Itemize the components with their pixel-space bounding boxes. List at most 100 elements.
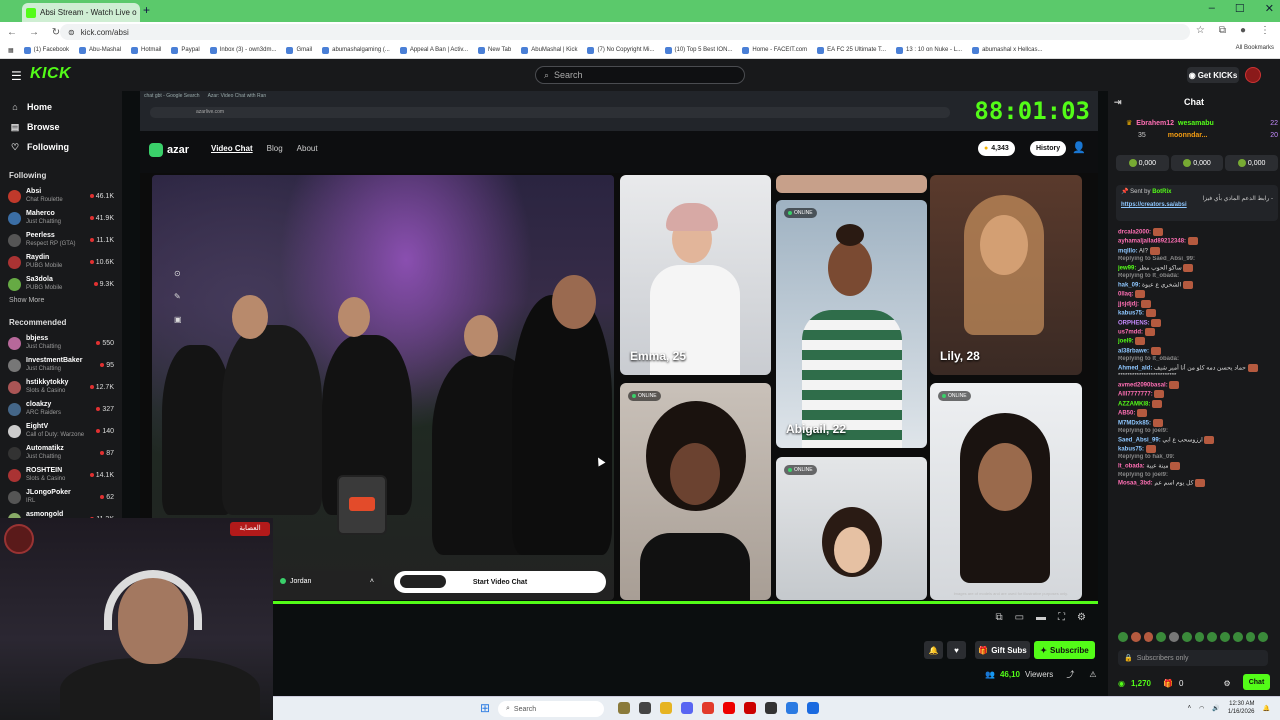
sidebar-channel-peerless[interactable]: Peerless Respect RP (GTA) 11.1K <box>0 229 122 251</box>
notification-bell-icon[interactable]: 🔔 <box>1263 705 1270 712</box>
get-kicks-button[interactable]: ◉ Get KICKs <box>1187 67 1239 83</box>
chat-username[interactable]: joel9: <box>1118 339 1134 345</box>
apps-icon[interactable]: ▦ <box>8 47 14 54</box>
sidebar-channel-investmentbaker[interactable]: InvestmentBaker Just Chatting 95 <box>0 354 122 376</box>
pip-icon[interactable]: ▬ <box>1036 612 1046 623</box>
bookmark-item[interactable]: Home - FACEIT.com <box>742 46 807 54</box>
chat-username[interactable]: kabus75: <box>1118 447 1144 453</box>
pinned-gift[interactable]: 0,000 <box>1170 155 1224 171</box>
close-window-button[interactable]: ✕ <box>1265 2 1274 15</box>
pinned-link[interactable]: https://creators.sa/absi <box>1121 202 1273 208</box>
browser-tab[interactable]: Absi Stream - Watch Live o × <box>22 3 140 22</box>
wifi-icon[interactable]: ◠ <box>1199 705 1204 712</box>
obs-icon[interactable] <box>765 702 777 714</box>
bookmark-item[interactable]: (10) Top 5 Best ION... <box>664 46 732 54</box>
maximize-button[interactable]: ☐ <box>1235 2 1245 15</box>
bookmark-item[interactable]: Hotmail <box>131 46 161 54</box>
chat-username[interactable]: Replying to joel9: <box>1118 472 1168 478</box>
subscribe-button[interactable]: ✦ Subscribe <box>1034 641 1095 659</box>
back-icon[interactable]: ← <box>6 27 18 38</box>
chat-username[interactable]: Mosaa_3bd: <box>1118 481 1153 487</box>
pinned-gift[interactable]: 0,000 <box>1225 155 1279 171</box>
sidebar-channel-jlongopoker[interactable]: JLongoPoker IRL 62 <box>0 486 122 508</box>
collapse-chat-icon[interactable]: ⇥ <box>1114 97 1122 108</box>
youtube-icon[interactable] <box>723 702 735 714</box>
chat-username[interactable]: ayhamaljallad89212348: <box>1118 239 1186 245</box>
bookmark-item[interactable]: New Tab <box>477 46 511 54</box>
bookmark-item[interactable]: Paypal <box>171 46 200 54</box>
sidebar-nav-browse[interactable]: ▤ Browse <box>0 117 122 137</box>
bookmark-item[interactable]: EA FC 25 Ultimate T... <box>817 46 886 54</box>
bookmark-item[interactable]: 13 : 10 on Nuke - L... <box>896 46 962 54</box>
app-icon[interactable] <box>807 702 819 714</box>
sidebar-channel-cloakzy[interactable]: cloakzy ARC Raiders 327 <box>0 398 122 420</box>
chat-username[interactable]: AB50: <box>1118 411 1135 417</box>
extensions-icon[interactable]: ⧉ <box>1219 25 1226 36</box>
gift-subs-button[interactable]: 🎁 Gift Subs <box>975 641 1030 659</box>
tray-chevron-icon[interactable]: ˄ <box>1188 705 1192 711</box>
bookmark-item[interactable]: AbuMashal | Kick <box>521 46 577 54</box>
app-icon[interactable] <box>786 702 798 714</box>
sidebar-channel-raydin[interactable]: Raydin PUBG Mobile 10.6K <box>0 251 122 273</box>
sidebar-channel-absi[interactable]: Absi Chat Roulette 46.1K <box>0 185 122 207</box>
chat-username[interactable]: al38rbawe: <box>1118 348 1149 354</box>
sidebar-channel-hstikkytokky[interactable]: hstikkytokky Slots & Casino 12.7K <box>0 376 122 398</box>
chat-username[interactable]: drcala2000: <box>1118 230 1151 236</box>
sidebar-nav-following[interactable]: ♡ Following <box>0 137 122 157</box>
chat-username[interactable]: mqlllo: <box>1118 248 1138 254</box>
sidebar-nav-home[interactable]: ⌂ Home <box>0 97 122 117</box>
bookmark-item[interactable]: Inbox (3) - own3dm... <box>209 46 276 54</box>
sidebar-channel-automatikz[interactable]: Automatikz Just Chatting 87 <box>0 442 122 464</box>
site-info-icon[interactable]: ⊜ <box>68 28 75 37</box>
bookmark-star-icon[interactable]: ☆ <box>1196 25 1205 36</box>
user-avatar[interactable] <box>1245 67 1261 83</box>
chat-username[interactable]: AZZAMKI8: <box>1118 401 1150 407</box>
bookmark-item[interactable]: (7) No Copyright Mi... <box>587 46 655 54</box>
volume-icon[interactable]: 🔊 <box>1212 705 1219 712</box>
chat-username[interactable]: jew99: <box>1118 266 1136 272</box>
chat-settings-icon[interactable]: ⚙ <box>1223 679 1230 688</box>
theater-icon[interactable]: ▭ <box>1015 612 1024 623</box>
search-input[interactable]: ⌕ Search <box>535 66 745 84</box>
pinned-gift[interactable]: 0,000 <box>1116 155 1169 171</box>
minimize-button[interactable]: – <box>1209 2 1215 15</box>
url-field[interactable]: ⊜ kick.com/absi <box>60 24 1190 40</box>
chat-username[interactable]: Replying to hak_09: <box>1118 454 1175 460</box>
fullscreen-icon[interactable]: ⛶ <box>1058 612 1065 623</box>
show-more-link[interactable]: Show More <box>0 295 122 310</box>
bookmark-item[interactable]: Appeal A Ban | Activ... <box>399 46 468 54</box>
new-tab-button[interactable]: + <box>143 3 150 17</box>
profile-icon[interactable]: ● <box>1240 25 1246 36</box>
chat-input[interactable]: 🔒 Subscribers only <box>1118 650 1268 666</box>
chat-username[interactable]: lt_obada: <box>1118 464 1145 470</box>
clip-icon[interactable]: ⧉ <box>995 612 1002 623</box>
chat-username[interactable]: Saed_Absi_99: <box>1118 437 1161 443</box>
menu-icon[interactable]: ⋮ <box>1260 25 1270 36</box>
chat-username[interactable]: ORPHENS: <box>1118 320 1150 326</box>
sidebar-channel-maherco[interactable]: Maherco Just Chatting 41.9K <box>0 207 122 229</box>
stream-player[interactable]: chat gbt - Google Search Azar: Video Cha… <box>140 91 1098 603</box>
chrome-icon[interactable] <box>702 702 714 714</box>
sidebar-channel-eightv[interactable]: EightV Call of Duty: Warzone 140 <box>0 420 122 442</box>
windows-start-icon[interactable]: ⊞ <box>480 701 490 715</box>
bookmark-item[interactable]: (1) Facebook <box>23 46 69 54</box>
report-icon[interactable]: ⚠ <box>1089 670 1096 679</box>
chat-username[interactable]: Replying to joel9: <box>1118 428 1168 434</box>
chat-username[interactable]: M7MDxk85: <box>1118 420 1151 426</box>
chat-username[interactable]: 0llaq: <box>1118 292 1134 298</box>
chat-username[interactable]: avmed2090basal: <box>1118 383 1168 389</box>
sidebar-channel-bbjess[interactable]: bbjess Just Chatting 550 <box>0 332 122 354</box>
kick-logo[interactable]: KICK <box>30 65 71 83</box>
clock[interactable]: 12:30 AM 1/16/2026 <box>1228 700 1255 716</box>
bookmark-item[interactable]: abumashal x Hellcas... <box>972 46 1042 54</box>
chat-username[interactable]: Alll7777777: <box>1118 392 1153 398</box>
chat-username[interactable]: kabus75: <box>1118 311 1144 317</box>
all-bookmarks-button[interactable]: All Bookmarks <box>1231 45 1274 51</box>
chat-username[interactable]: Replying to lt_obada: <box>1118 273 1179 279</box>
app-icon[interactable] <box>618 702 630 714</box>
forward-icon[interactable]: → <box>28 27 40 38</box>
notification-bell-button[interactable]: 🔔 <box>924 641 943 659</box>
bookmark-item[interactable]: abumashalgaming (... <box>322 46 390 54</box>
chat-username[interactable]: us7mdd: <box>1118 330 1143 336</box>
sidebar-channel-sa3dola[interactable]: Sa3dola PUBG Mobile 9.3K <box>0 273 122 295</box>
